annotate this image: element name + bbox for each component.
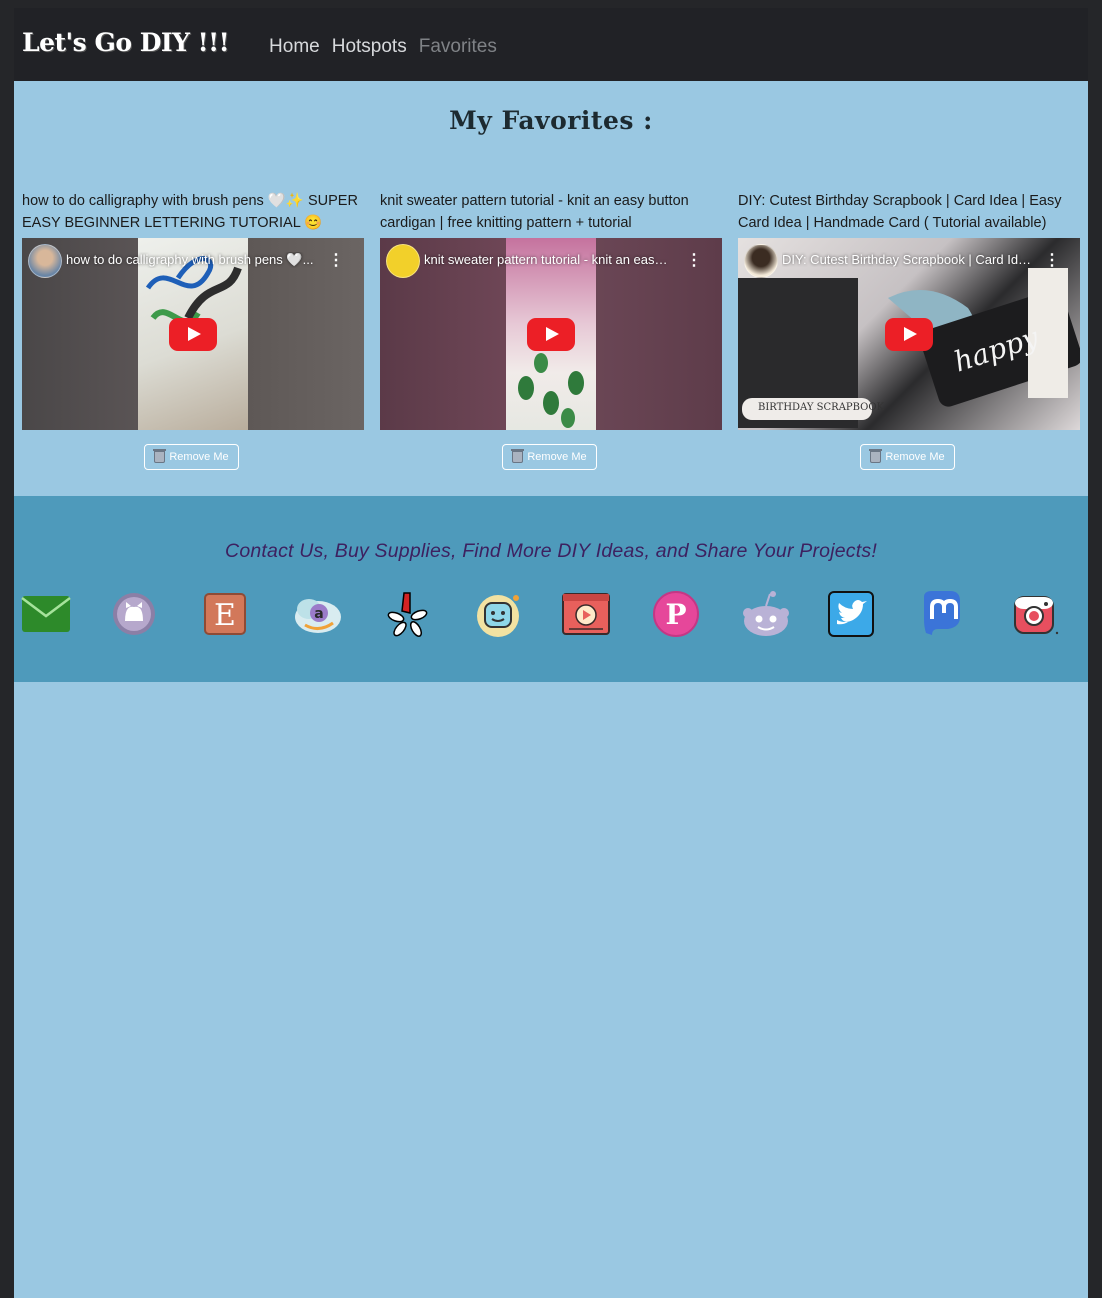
remove-button-label: Remove Me [527,451,587,463]
nav-links: Home Hotspots Favorites [269,36,509,58]
trash-icon [153,449,167,463]
favorite-card: knit sweater pattern tutorial - knit an … [380,190,722,470]
page-title: My Favorites : [449,106,653,135]
video-title[interactable]: knit sweater pattern tutorial - knit an … [424,252,674,267]
twitter-icon[interactable] [825,588,877,640]
envelope-icon[interactable] [20,588,72,640]
video-title[interactable]: how to do calligraphy with brush pens 🤍.… [66,252,316,268]
nav-link-favorites[interactable]: Favorites [419,36,497,58]
github-icon[interactable] [108,588,160,640]
footer: Contact Us, Buy Supplies, Find More DIY … [14,496,1088,682]
remove-button-label: Remove Me [169,451,229,463]
nav-link-home[interactable]: Home [269,36,320,58]
svg-text:P: P [665,598,686,631]
pinterest-icon[interactable]: P [650,588,702,640]
social-links: E a P [14,588,1088,648]
page: Let's Go DIY !!! Home Hotspots Favorites… [14,8,1088,1298]
more-options-icon[interactable]: ⋮ [686,250,702,270]
scrapbook-label: BIRTHDAY SCRAPBOOK [758,402,885,413]
svg-text:E: E [214,598,236,633]
play-button-icon[interactable] [169,318,217,351]
instagram-icon[interactable] [1009,588,1061,640]
favorite-card: how to do calligraphy with brush pens 🤍✨… [22,190,364,470]
remove-button[interactable]: Remove Me [860,444,955,470]
remove-button[interactable]: Remove Me [502,444,597,470]
more-options-icon[interactable]: ⋮ [1044,250,1060,270]
remove-button[interactable]: Remove Me [144,444,239,470]
card-title: DIY: Cutest Birthday Scrapbook | Card Id… [738,193,1062,231]
channel-avatar[interactable] [386,244,420,278]
trash-icon [511,449,525,463]
play-button-icon[interactable] [885,318,933,351]
nav-link-hotspots[interactable]: Hotspots [332,36,407,58]
yelp-icon[interactable] [382,588,434,640]
trash-icon [869,449,883,463]
mastodon-icon[interactable] [915,588,967,640]
etsy-icon[interactable]: E [199,588,251,640]
video-player-icon[interactable] [560,588,612,640]
svg-text:a: a [314,606,323,622]
more-options-icon[interactable]: ⋮ [328,250,344,270]
brand-logo[interactable]: Let's Go DIY !!! [22,28,230,57]
play-button-icon[interactable] [527,318,575,351]
video-title[interactable]: DIY: Cutest Birthday Scrapbook | Card Id… [782,252,1032,267]
video-embed[interactable]: knit sweater pattern tutorial - knit an … [380,238,722,430]
video-embed[interactable]: BIRTHDAY SCRAPBOOK happy DIY: Cutest Bir… [738,238,1080,430]
reddit-icon[interactable] [740,588,792,640]
card-title: knit sweater pattern tutorial - knit an … [380,193,689,231]
footer-heading: Contact Us, Buy Supplies, Find More DIY … [225,540,877,562]
video-embed[interactable]: how to do calligraphy with brush pens 🤍.… [22,238,364,430]
channel-avatar[interactable] [28,244,62,278]
waze-icon[interactable] [472,588,524,640]
favorites-list: how to do calligraphy with brush pens 🤍✨… [22,190,1080,470]
navbar: Let's Go DIY !!! Home Hotspots Favorites [14,8,1088,81]
remove-button-label: Remove Me [885,451,945,463]
channel-avatar[interactable] [744,244,778,278]
amazon-icon[interactable]: a [292,588,344,640]
card-title: how to do calligraphy with brush pens 🤍✨… [22,193,358,253]
favorite-card: DIY: Cutest Birthday Scrapbook | Card Id… [738,190,1080,470]
